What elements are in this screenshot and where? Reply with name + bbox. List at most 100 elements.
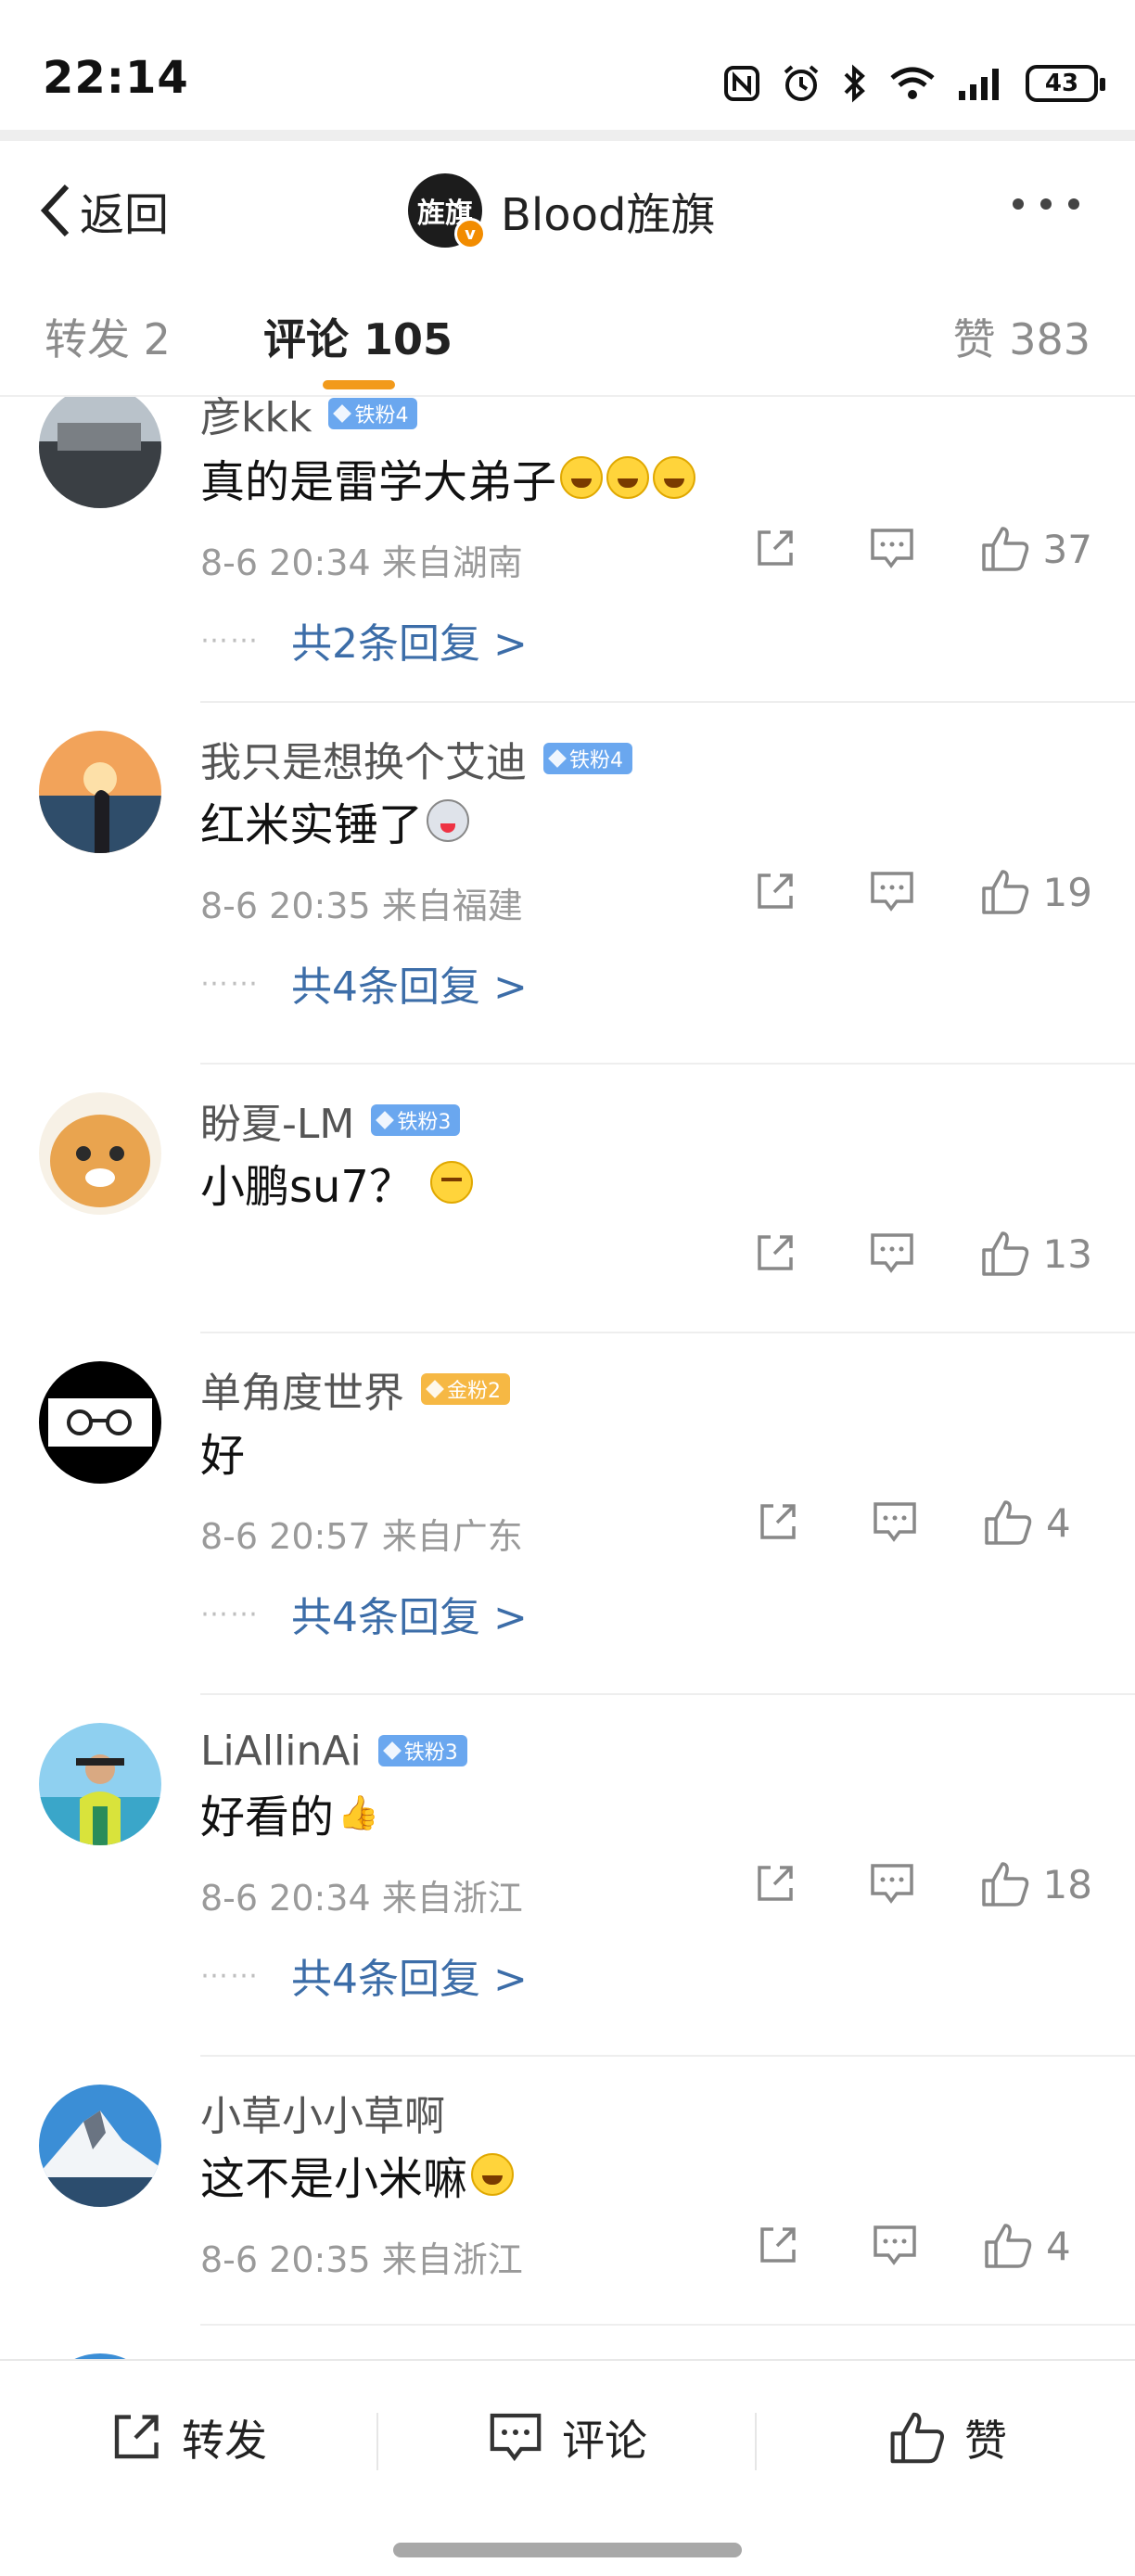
- thumb-up-icon: [981, 870, 1028, 914]
- share-icon: [757, 874, 793, 909]
- comment-author[interactable]: 盼夏-LM: [200, 1090, 354, 1150]
- comment-body: 好: [200, 1430, 246, 1482]
- nfc-icon: [724, 66, 759, 101]
- comment-body: 小鹏su7？: [200, 1161, 414, 1213]
- comment-text: 真的是雷学大弟子: [200, 445, 696, 510]
- reply-summary[interactable]: ⋯⋯ 共4条回复 >: [200, 953, 528, 1013]
- like-button[interactable]: 13: [980, 1230, 1092, 1278]
- comment-author[interactable]: 彦kkk: [200, 397, 312, 443]
- status-time: 22:14: [43, 52, 189, 104]
- reply-button[interactable]: [869, 527, 915, 571]
- page-title: Blood旌旗: [501, 189, 716, 241]
- like-button[interactable]: 19: [980, 868, 1092, 916]
- comment-text: 好: [200, 1419, 245, 1484]
- fan-badge-label: 铁粉4: [354, 404, 409, 427]
- share-button[interactable]: [755, 2224, 799, 2268]
- avatar[interactable]: [39, 1361, 161, 1484]
- fan-badge-label: 铁粉3: [403, 1741, 458, 1765]
- share-button[interactable]: [752, 870, 797, 914]
- diamond-icon: [548, 749, 567, 768]
- avatar[interactable]: [39, 1723, 161, 1845]
- comment-body: 红米实锤了: [200, 799, 424, 851]
- like-count: 18: [1042, 1861, 1092, 1907]
- page-title-group[interactable]: 旌旗 v Blood旌旗: [408, 171, 715, 250]
- thumb-up-icon: [981, 527, 1028, 571]
- reply-button[interactable]: [869, 1231, 915, 1276]
- view-replies-link[interactable]: 共4条回复 >: [291, 953, 528, 1013]
- avatar[interactable]: [39, 1092, 161, 1215]
- tab-comments[interactable]: 评论 105: [263, 306, 453, 367]
- comment-author[interactable]: 我只是想换个艾迪: [200, 729, 527, 788]
- like-count: 4: [1046, 2223, 1071, 2269]
- comment-icon: [874, 2225, 916, 2265]
- like-button[interactable]: 4: [983, 1498, 1092, 1547]
- comment-list[interactable]: 彦kkk 铁粉4 真的是雷学大弟子 8-6 20:34 来自湖南 37 ⋯⋯ 共…: [0, 397, 1135, 2359]
- share-icon: [114, 2415, 159, 2459]
- view-replies-link[interactable]: 共2条回复 >: [291, 610, 528, 670]
- fan-badge-label: 铁粉4: [569, 749, 623, 772]
- avatar[interactable]: [39, 2085, 161, 2207]
- view-replies-link[interactable]: 共4条回复 >: [291, 1945, 528, 2005]
- tab-reposts[interactable]: 转发 2: [45, 306, 171, 367]
- comment-author-row: 单角度世界 金粉2: [200, 1361, 510, 1417]
- comment-button[interactable]: 评论: [488, 2405, 647, 2470]
- share-icon: [757, 530, 793, 566]
- comment-author-row: 小草小小草啊: [200, 2085, 445, 2140]
- comment-item: 盼夏-LM 铁粉3 小鹏su7？ 13: [0, 1065, 1135, 1333]
- thumbs-up-emoji-icon: [338, 1792, 379, 1834]
- like-button[interactable]: 18: [980, 1860, 1092, 1908]
- comment-actions: 37: [752, 525, 1092, 573]
- share-button[interactable]: [755, 1500, 799, 1545]
- comment-author-row: 盼夏-LM 铁粉3: [200, 1090, 461, 1150]
- repost-label: 转发: [182, 2416, 267, 2466]
- more-options-button[interactable]: [1013, 198, 1079, 210]
- back-button[interactable]: 返回: [37, 176, 169, 245]
- like-count: 19: [1042, 869, 1092, 915]
- reply-button[interactable]: [869, 870, 915, 914]
- repost-button[interactable]: 转发: [108, 2405, 267, 2470]
- thumb-up-icon: [985, 2224, 1032, 2268]
- thumb-up-icon: [981, 1862, 1028, 1906]
- reply-summary[interactable]: ⋯⋯ 共4条回复 >: [200, 1945, 528, 2005]
- laughing-tears-emoji-icon: [653, 456, 696, 499]
- comment-meta: 8-6 20:35 来自福建: [200, 886, 523, 926]
- reply-button[interactable]: [872, 1500, 918, 1545]
- reply-button[interactable]: [872, 2224, 918, 2268]
- active-tab-indicator: [323, 380, 395, 389]
- laughing-tears-emoji-icon: [560, 456, 604, 499]
- comment-author[interactable]: 小草小小草啊: [200, 2083, 445, 2142]
- comment-label: 评论: [562, 2416, 647, 2466]
- bottom-action-bar: 转发 评论 赞: [0, 2359, 1135, 2576]
- reply-summary[interactable]: ⋯⋯ 共4条回复 >: [200, 1584, 528, 1643]
- thumb-up-icon: [985, 1500, 1032, 1545]
- comment-actions: 4: [755, 2222, 1092, 2270]
- diamond-icon: [333, 404, 352, 423]
- fan-badge-label: 金粉2: [447, 1380, 501, 1403]
- share-button[interactable]: [752, 1231, 797, 1276]
- fan-badge: 铁粉3: [371, 1104, 461, 1136]
- tab-bar: 转发 2 评论 105 赞 383: [0, 280, 1135, 397]
- comment-icon: [490, 2413, 542, 2462]
- comment-icon: [870, 872, 913, 912]
- reply-summary[interactable]: ⋯⋯ 共2条回复 >: [200, 610, 528, 670]
- tab-likes[interactable]: 赞 383: [953, 306, 1090, 367]
- like-button[interactable]: 37: [980, 525, 1092, 573]
- like-button[interactable]: 4: [983, 2222, 1092, 2270]
- verified-badge-icon: v: [454, 218, 486, 249]
- view-replies-link[interactable]: 共4条回复 >: [291, 1584, 528, 1643]
- home-indicator[interactable]: [393, 2543, 742, 2557]
- like-button[interactable]: 赞: [888, 2405, 1007, 2470]
- reply-button[interactable]: [869, 1862, 915, 1906]
- divider: [376, 2413, 378, 2470]
- thumb-up-icon: [981, 1231, 1028, 1276]
- comment-author[interactable]: 单角度世界: [200, 1359, 404, 1419]
- avatar[interactable]: [39, 397, 161, 508]
- share-button[interactable]: [752, 1862, 797, 1906]
- share-button[interactable]: [752, 527, 797, 571]
- comment-author[interactable]: LiAllinAi: [200, 1728, 362, 1775]
- comment-icon: [870, 1864, 913, 1904]
- fan-badge: 金粉2: [421, 1373, 510, 1405]
- diamond-icon: [382, 1741, 402, 1760]
- avatar[interactable]: [39, 731, 161, 853]
- comment-item: 单角度世界 金粉2 好 8-6 20:57 来自广东 4 ⋯⋯ 共4条回复 >: [0, 1333, 1135, 1695]
